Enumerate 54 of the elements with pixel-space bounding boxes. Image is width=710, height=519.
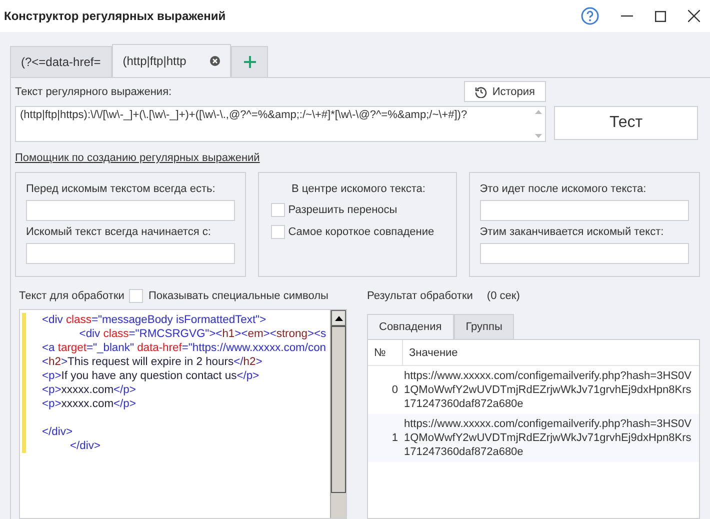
regex-tab[interactable]: (?<=data-href= <box>10 46 112 77</box>
code-line: <a target="_blank" data-href="https://www.xxxxx.com/con <box>42 341 326 355</box>
add-tab-button[interactable] <box>231 46 268 77</box>
center-label: В центре искомого текста: <box>292 183 426 195</box>
history-icon <box>475 86 488 98</box>
code-line: <h2>This request will expire in 2 hours</h2> <box>42 355 264 369</box>
test-button[interactable]: Тест <box>554 106 698 140</box>
starts-label: Искомый текст всегда начинается с: <box>26 226 212 238</box>
ends-label: Этим заканчивается искомый текст: <box>480 226 665 238</box>
result-label: Результат обработки <box>367 290 473 302</box>
scrollbar[interactable] <box>330 310 346 518</box>
table-cell-text: 0 <box>390 384 399 396</box>
before-field[interactable] <box>26 200 236 221</box>
checkbox[interactable] <box>271 203 286 217</box>
code-line: <div class="messageBody isFormattedText"> <box>42 313 268 327</box>
regex-label: Текст регулярного выражения: <box>15 86 172 98</box>
help-icon[interactable] <box>581 7 599 25</box>
regex-field[interactable]: (http|ftp|https):\/\/[\w\-_]+(\.[\w\-_]+)+([\w\-\.,@?^=%&amp;:/~\+#]*[\w\-\@?^=%&amp;/~\+#])? <box>15 106 546 142</box>
close-icon[interactable] <box>688 10 700 22</box>
ends-field[interactable] <box>480 243 689 264</box>
checkbox[interactable] <box>129 289 144 303</box>
scroll-up-icon[interactable] <box>334 316 342 320</box>
input-label: Текст для обработки <box>19 290 124 302</box>
checkbox-label: Показывать специальные символы <box>148 290 328 302</box>
close-icon[interactable] <box>210 56 220 66</box>
code-line: <div class="RMCSRGVG"><h1><em><strong><s <box>78 327 326 341</box>
before-label: Перед искомым текстом всегда есть: <box>26 183 216 195</box>
result-tab[interactable]: Совпадения <box>367 314 454 339</box>
column-header[interactable]: № <box>368 340 403 365</box>
code-line: <p>If you have any question contact us</p> <box>42 369 260 383</box>
code-line: <p>xxxxx.com</p> <box>42 397 137 411</box>
code-editor[interactable] <box>19 309 347 519</box>
after-label: Это идет после искомого текста: <box>480 183 648 195</box>
code-line: </div> <box>42 425 74 439</box>
window-title: Конструктор регулярных выражений <box>4 9 226 23</box>
regex-tab[interactable]: (http|ftp|http <box>112 44 232 77</box>
code-line: <p>xxxxx.com</p> <box>42 383 137 397</box>
checkbox-label: Разрешить переносы <box>288 204 398 216</box>
table-cell-text: https://www.xxxxx.com/configemailverify.php?hash=3HS0V1QMoWwfY2wUVDTmjRdEZrjwWkJv71grvhEj9dxHpn8Krs171247360daf872a680e <box>404 417 692 459</box>
starts-field[interactable] <box>26 243 236 264</box>
result-tab[interactable]: Группы <box>454 314 514 339</box>
code-line: </div> <box>68 439 102 453</box>
after-field[interactable] <box>480 200 689 221</box>
checkbox[interactable] <box>271 225 286 239</box>
table-cell-text: https://www.xxxxx.com/configemailverify.php?hash=3HS0V1QMoWwfY2wUVDTmjRdEZrjwWkJv71grvhEj9dxHpn8Krs171247360daf872a680e <box>404 369 692 411</box>
column-header[interactable]: Значение <box>403 340 458 365</box>
helper-link[interactable]: Помощник по созданию регулярных выражений <box>15 152 260 164</box>
plus-icon <box>244 56 256 68</box>
history-button[interactable]: История <box>464 81 546 102</box>
checkbox-label: Самое короткое совпадение <box>288 226 434 238</box>
table-cell-text: 1 <box>390 432 399 444</box>
scroll-down-icon[interactable] <box>534 134 542 138</box>
result-time: (0 сек) <box>486 290 520 302</box>
maximize-icon[interactable] <box>655 10 666 22</box>
